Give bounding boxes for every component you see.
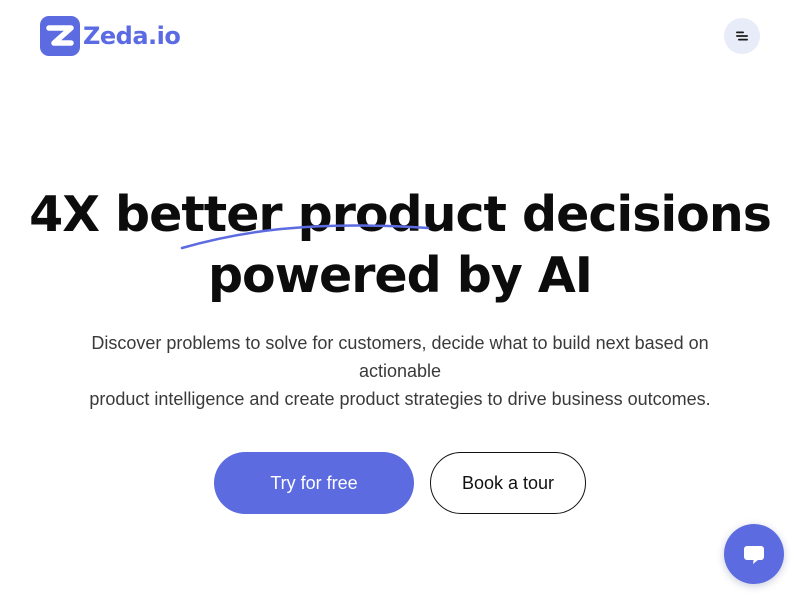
hero-subtitle-line-3: product intelligence and create product … [89, 389, 711, 409]
hamburger-menu-icon [736, 31, 748, 41]
hero-subtitle-line-2: actionable [358, 361, 442, 381]
hero-subtitle: Discover problems to solve for customers… [60, 329, 740, 413]
chat-bubble-icon [744, 546, 764, 564]
book-a-tour-button[interactable]: Book a tour [430, 452, 586, 514]
hero-title: 4X better product decisions powered by A… [0, 184, 800, 306]
try-for-free-button[interactable]: Try for free [214, 452, 414, 514]
chat-launcher-button[interactable] [724, 524, 784, 584]
menu-button[interactable] [724, 18, 760, 54]
hero-title-line-1: 4X better product decisions [29, 186, 772, 243]
zeda-logo-icon [40, 16, 80, 56]
landing-page: Zeda.io 4X better product decisions powe… [0, 0, 800, 600]
logo-text: Zeda.io [83, 22, 181, 50]
logo-link[interactable]: Zeda.io [40, 16, 181, 56]
hero-subtitle-line-1: Discover problems to solve for customers… [91, 333, 709, 353]
hero-title-line-2: powered by AI [207, 247, 593, 304]
